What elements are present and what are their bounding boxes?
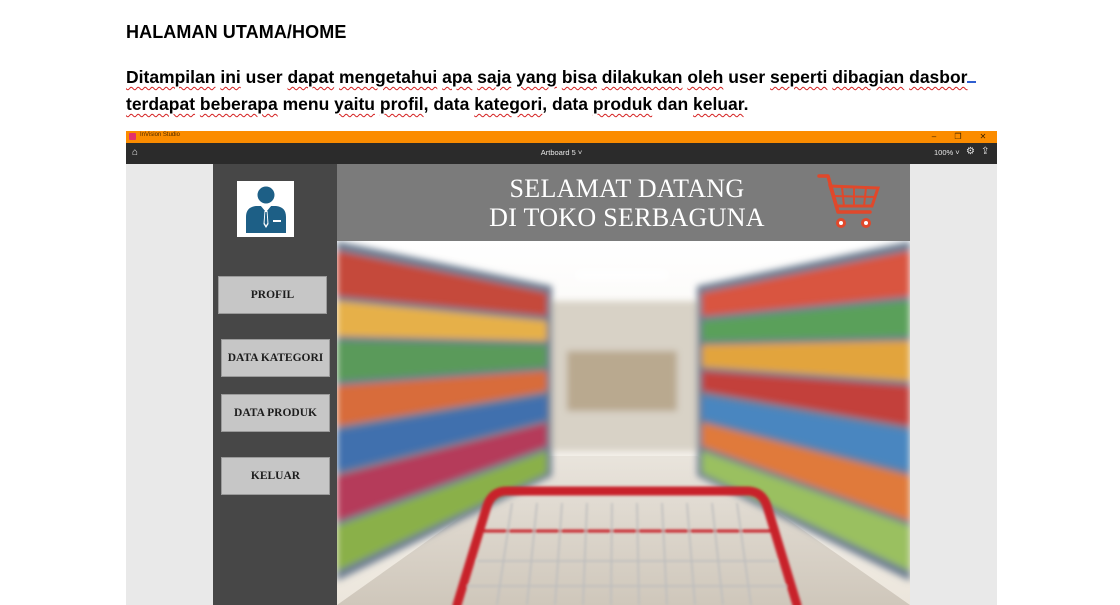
share-upload-icon[interactable]: ⇪ — [981, 146, 989, 157]
menu-button-data-produk[interactable]: DATA PRODUK — [221, 394, 330, 432]
misspelled-word: yaitu — [334, 94, 375, 114]
studio-toolbar: ⌂ Artboard 5 ˅ 100% ˅ ⚙ ⇪ — [126, 143, 997, 164]
misspelled-word: dapat — [287, 67, 335, 87]
zoom-level[interactable]: 100% ˅ — [934, 148, 960, 157]
paragraph-text: dan — [652, 94, 694, 114]
misspelled-word: Ditampilan — [126, 67, 216, 87]
invision-logo-icon — [129, 133, 136, 140]
shopping-cart-icon — [817, 174, 881, 228]
misspelled-word: dasbor — [909, 67, 968, 87]
close-icon[interactable]: ✕ — [976, 131, 990, 143]
menu-button-profil[interactable]: PROFIL — [218, 276, 327, 314]
misspelled-word: beberapa — [199, 94, 278, 114]
misspelled-word: terdapat — [126, 94, 196, 114]
misspelled-word: kategori — [474, 94, 543, 114]
menu-button-keluar[interactable]: KELUAR — [221, 457, 330, 495]
misspelled-word: ini — [220, 67, 241, 87]
paragraph-text: menu — [277, 94, 335, 114]
misspelled-word: dilakukan — [601, 67, 683, 87]
welcome-line-1: SELAMAT DATANG — [509, 174, 745, 203]
paragraph-text: user — [240, 67, 288, 87]
dashboard-sidebar: PROFIL DATA KATEGORI DATA PRODUK KELUAR — [213, 164, 337, 605]
misspelled-word: oleh — [687, 67, 724, 87]
misspelled-word: profil — [379, 94, 424, 114]
grammar-mark-icon — [967, 67, 977, 83]
artboard-selector[interactable]: Artboard 5 ˅ — [126, 148, 997, 157]
welcome-header: SELAMAT DATANG DI TOKO SERBAGUNA — [337, 164, 910, 241]
document-paragraph: Ditampilan ini user dapat mengetahui apa… — [126, 64, 996, 118]
settings-gear-icon[interactable]: ⚙ — [966, 146, 975, 157]
misspelled-word: produk — [592, 94, 653, 114]
misspelled-word: mengetahui — [339, 67, 438, 87]
misspelled-word: dibagian — [832, 67, 905, 87]
misspelled-word: saja — [477, 67, 512, 87]
paragraph-text: . — [743, 94, 749, 114]
misspelled-word: bisa — [561, 67, 597, 87]
welcome-title: SELAMAT DATANG DI TOKO SERBAGUNA — [447, 174, 807, 232]
app-title: InVision Studio — [140, 132, 180, 138]
misspelled-word: yang — [516, 67, 557, 87]
menu-button-data-kategori[interactable]: DATA KATEGORI — [221, 339, 330, 377]
supermarket-aisle-photo — [337, 241, 910, 605]
title-bar: InVision Studio – ❐ ✕ — [126, 131, 997, 143]
welcome-line-2: DI TOKO SERBAGUNA — [489, 203, 765, 232]
misspelled-word: keluar — [693, 94, 744, 114]
paragraph-text: user — [723, 67, 771, 87]
app-window-screenshot: InVision Studio – ❐ ✕ ⌂ Artboard 5 ˅ 100… — [126, 131, 997, 605]
restore-icon[interactable]: ❐ — [951, 131, 965, 143]
misspelled-word: apa — [442, 67, 473, 87]
user-avatar-icon — [237, 181, 294, 237]
document-heading: HALAMAN UTAMA/HOME — [126, 22, 347, 42]
paragraph-text: , data — [423, 94, 475, 114]
canvas-background — [910, 164, 997, 605]
minimize-icon[interactable]: – — [927, 131, 941, 143]
misspelled-word: seperti — [770, 67, 828, 87]
paragraph-text: , data — [542, 94, 593, 114]
